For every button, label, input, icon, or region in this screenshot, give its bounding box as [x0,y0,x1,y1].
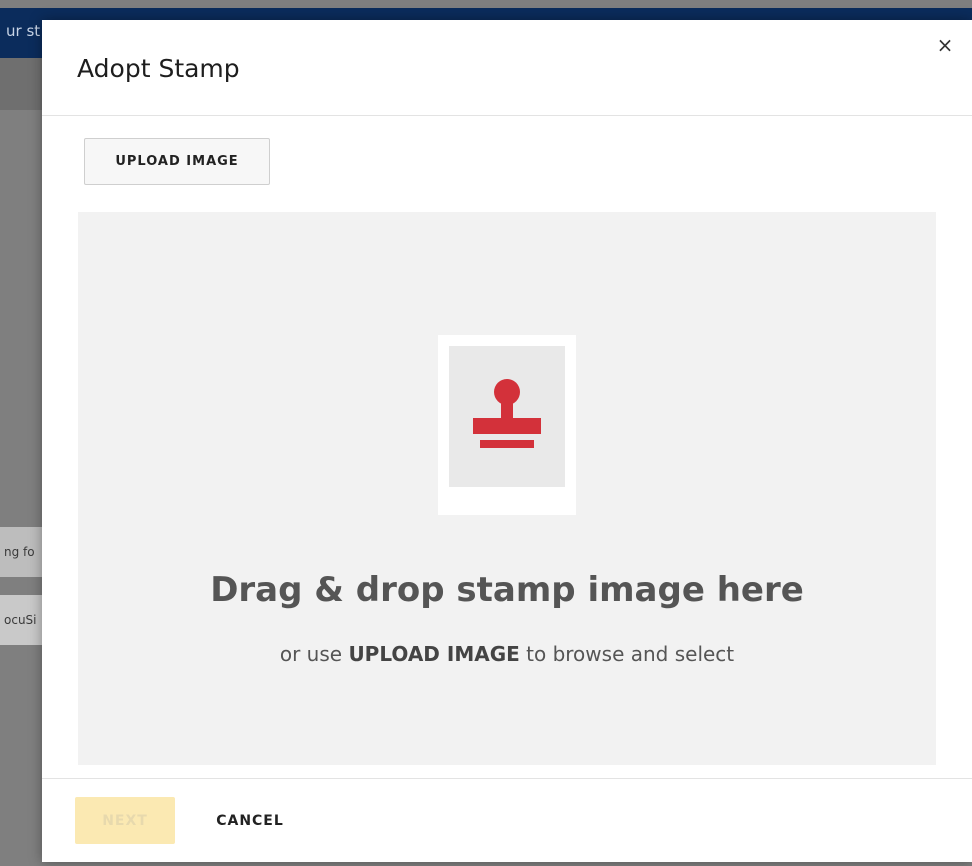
stamp-preview-card [438,335,576,515]
dialog-footer: NEXT CANCEL [42,778,972,862]
next-button[interactable]: NEXT [75,797,175,844]
dropzone-title: Drag & drop stamp image here [210,570,804,610]
dialog-header: Adopt Stamp [42,20,972,116]
stamp-preview [449,346,565,487]
stamp-icon [473,379,541,448]
background-row: ocuSi [0,595,44,645]
upload-image-button[interactable]: UPLOAD IMAGE [84,138,270,185]
background-row: ng fo [0,527,44,577]
dialog-title: Adopt Stamp [77,54,240,83]
close-icon[interactable]: × [932,32,958,58]
dropzone-subtitle: or use UPLOAD IMAGE to browse and select [279,642,735,666]
stamp-dropzone[interactable]: Drag & drop stamp image here or use UPLO… [78,212,936,765]
adopt-stamp-dialog: Adopt Stamp × UPLOAD IMAGE Drag & drop s… [42,20,972,862]
background-header-text: ur st [6,22,41,40]
cancel-button[interactable]: CANCEL [200,797,300,844]
upload-image-hint: UPLOAD IMAGE [348,642,520,666]
